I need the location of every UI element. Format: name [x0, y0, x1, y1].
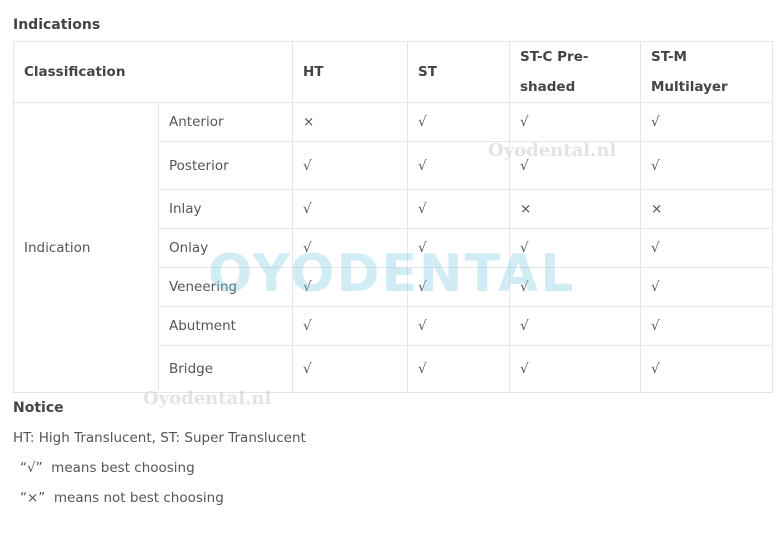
- cell-value: √: [509, 267, 641, 307]
- notice-line: “×” means not best choosing: [20, 490, 224, 506]
- cell-value: √: [509, 345, 641, 393]
- row-label: Abutment: [158, 306, 293, 346]
- cell-value: √: [509, 306, 641, 346]
- header-stm: ST-M Multilayer: [640, 41, 773, 103]
- row-label: Anterior: [158, 102, 293, 142]
- cell-value: √: [407, 141, 510, 190]
- cell-value: √: [509, 228, 641, 268]
- group-label: Indication: [13, 102, 159, 393]
- header-stc: ST-C Pre-shaded: [509, 41, 641, 103]
- cell-value: √: [640, 267, 773, 307]
- header-ht: HT: [292, 41, 408, 103]
- cell-value: √: [407, 267, 510, 307]
- cell-value: ×: [509, 189, 641, 229]
- indications-table: Classification HT ST ST-C Pre-shaded ST-…: [13, 41, 773, 393]
- cell-value: √: [640, 141, 773, 190]
- cell-value: √: [292, 228, 408, 268]
- notice-title: Notice: [13, 400, 64, 416]
- cell-value: √: [292, 189, 408, 229]
- notice-line: HT: High Translucent, ST: Super Transluc…: [13, 430, 306, 446]
- cell-value: √: [292, 141, 408, 190]
- row-label: Onlay: [158, 228, 293, 268]
- cell-value: √: [407, 228, 510, 268]
- row-label: Veneering: [158, 267, 293, 307]
- header-row: Classification HT ST ST-C Pre-shaded ST-…: [13, 41, 773, 103]
- cell-value: √: [292, 345, 408, 393]
- row-label: Posterior: [158, 141, 293, 190]
- cell-value: √: [509, 141, 641, 190]
- cell-value: ×: [640, 189, 773, 229]
- cell-value: √: [640, 345, 773, 393]
- table-row: Indication Anterior × √ √ √: [13, 102, 773, 393]
- cell-value: √: [509, 102, 641, 142]
- header-classification: Classification: [13, 41, 293, 103]
- cell-value: √: [407, 345, 510, 393]
- header-st: ST: [407, 41, 510, 103]
- cell-value: √: [292, 306, 408, 346]
- cell-value: √: [640, 306, 773, 346]
- cell-value: √: [407, 306, 510, 346]
- cell-value: √: [407, 102, 510, 142]
- section-title: Indications: [13, 17, 101, 33]
- notice-line: “√” means best choosing: [20, 460, 195, 476]
- cell-value: ×: [292, 102, 408, 142]
- row-label: Inlay: [158, 189, 293, 229]
- row-label: Bridge: [158, 345, 293, 393]
- cell-value: √: [640, 102, 773, 142]
- cell-value: √: [407, 189, 510, 229]
- cell-value: √: [292, 267, 408, 307]
- cell-value: √: [640, 228, 773, 268]
